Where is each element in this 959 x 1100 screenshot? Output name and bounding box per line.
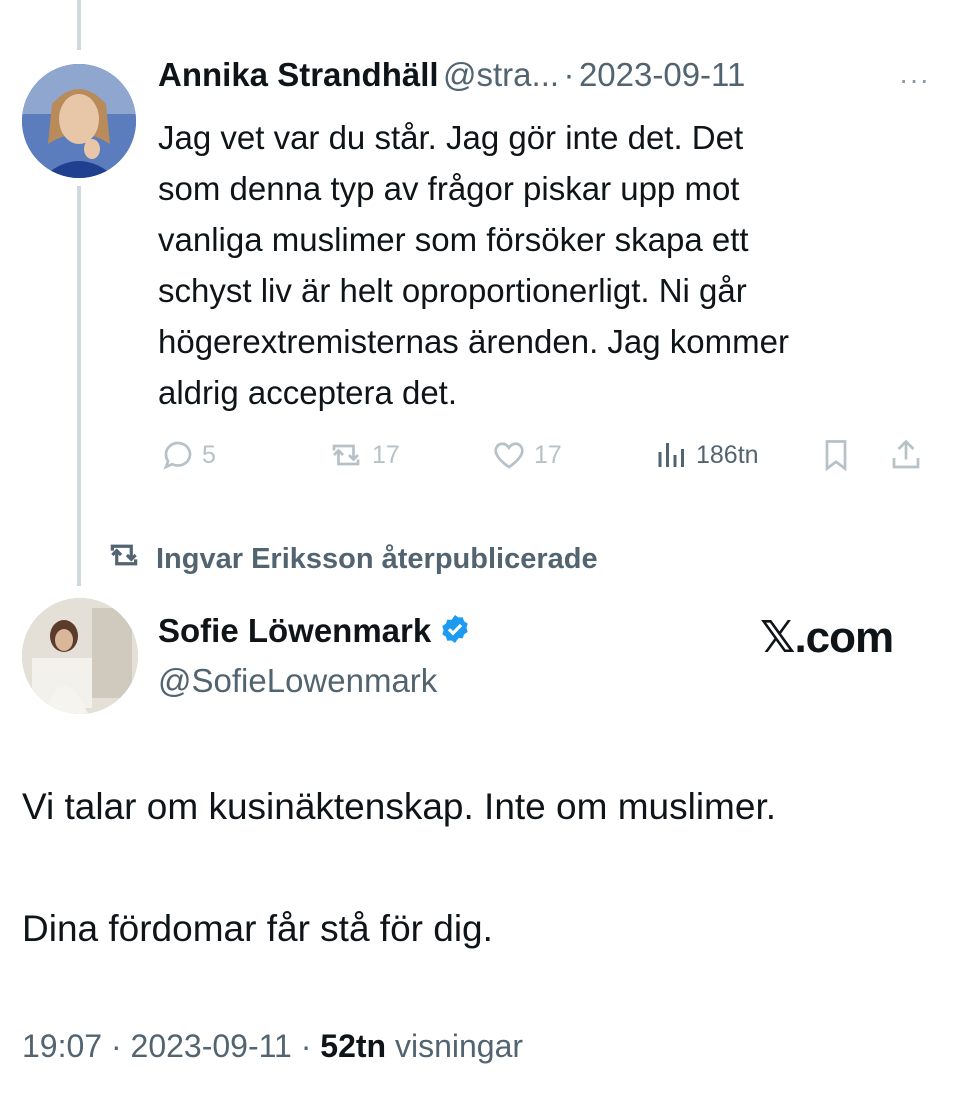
tweet-text-line: högerextremisternas ärenden. Jag kommer (158, 323, 789, 360)
repost-banner-text: Ingvar Eriksson återpublicerade (156, 542, 598, 575)
tweet-time[interactable]: 19:07 (22, 1028, 102, 1064)
more-icon[interactable]: ··· (899, 64, 930, 96)
tweet-text-line: Jag vet var du står. Jag gör inte det. D… (158, 119, 744, 156)
tweet-text-paragraph: Dina fördomar får stå för dig. (22, 908, 493, 949)
tweet-text-line: vanliga muslimer som försöker skapa ett (158, 221, 749, 258)
tweet-text: Jag vet var du står. Jag gör inte det. D… (158, 112, 928, 418)
footer-separator: · (102, 1028, 131, 1064)
bookmark-button[interactable] (818, 430, 854, 480)
bookmark-icon (818, 437, 854, 473)
tweet-header: Annika Strandhäll @stra... · 2023-09-11 … (158, 56, 938, 108)
repost-icon (326, 437, 366, 473)
share-button[interactable] (888, 430, 924, 480)
views-count: 186tn (696, 440, 759, 469)
views-count[interactable]: 52tn (320, 1028, 386, 1064)
reply-count: 5 (202, 440, 216, 469)
views-button[interactable]: 186tn (654, 430, 759, 480)
thread-line-top (77, 0, 81, 50)
repost-banner[interactable]: Ingvar Eriksson återpublicerade (104, 536, 598, 582)
reply-icon (160, 437, 196, 473)
thread-line-middle (77, 186, 81, 586)
share-icon (888, 437, 924, 473)
tweet-actions: 5 17 17 186tn (158, 430, 938, 480)
tweet-header: Sofie Löwenmark (158, 612, 471, 650)
like-count: 17 (534, 440, 562, 469)
views-icon (654, 437, 690, 473)
tweet-date[interactable]: 2023-09-11 (131, 1028, 292, 1064)
meta-separator: · (563, 56, 575, 93)
like-icon (490, 437, 528, 473)
tweet-footer: 19:07 · 2023-09-11 · 52tn visningar (22, 1028, 523, 1065)
avatar[interactable] (22, 598, 138, 714)
tweet-text-line: aldrig acceptera det. (158, 374, 458, 411)
avatar[interactable] (22, 64, 136, 178)
author-name[interactable]: Annika Strandhäll (158, 56, 439, 93)
tweet-date[interactable]: 2023-09-11 (579, 56, 745, 93)
verified-badge-icon (439, 613, 471, 650)
tweet-text-line: schyst liv är helt oproportionerligt. Ni… (158, 272, 747, 309)
author-handle[interactable]: @SofieLowenmark (158, 662, 437, 700)
repost-count: 17 (372, 440, 400, 469)
repost-button[interactable]: 17 (326, 430, 400, 480)
views-label: visningar (386, 1028, 524, 1064)
tweet-text-paragraph: Vi talar om kusinäktenskap. Inte om musl… (22, 786, 777, 827)
reply-button[interactable]: 5 (160, 430, 216, 480)
author-handle[interactable]: @stra... (443, 56, 559, 93)
like-button[interactable]: 17 (490, 430, 562, 480)
tweet-text-line: som denna typ av frågor piskar upp mot (158, 170, 740, 207)
author-name[interactable]: Sofie Löwenmark (158, 612, 431, 650)
repost-icon (104, 539, 156, 579)
xcom-watermark: 𝕏.com (760, 613, 894, 662)
footer-separator: · (291, 1028, 321, 1064)
